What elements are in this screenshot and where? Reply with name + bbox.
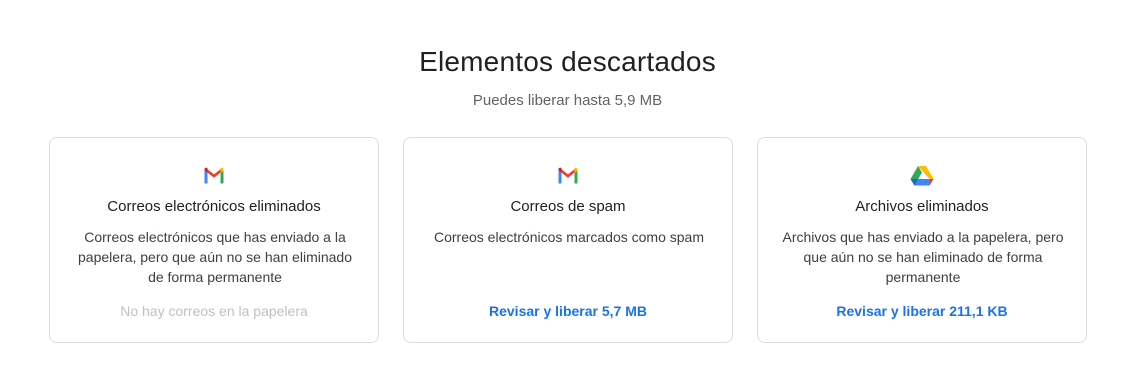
card-title: Correos electrónicos eliminados [107,198,321,215]
spam-emails-card: Correos de spam Correos electrónicos mar… [403,137,733,343]
card-description: Archivos que has enviado a la papelera, … [782,229,1064,285]
deleted-emails-card: Correos electrónicos eliminados Correos … [49,137,379,343]
gmail-icon [50,164,378,186]
review-spam-link[interactable]: Revisar y liberar 5,7 MB [404,303,732,319]
review-deleted-files-link[interactable]: Revisar y liberar 211,1 KB [758,303,1086,319]
card-title: Archivos eliminados [855,198,989,215]
card-description: Correos electrónicos marcados como spam [434,229,704,245]
page-title: Elementos descartados [419,46,716,77]
google-drive-icon [758,164,1086,186]
deleted-files-card: Archivos eliminados Archivos que has env… [757,137,1087,343]
page-subtitle: Puedes liberar hasta 5,9 MB [472,92,663,109]
gmail-icon [404,164,732,186]
card-description: Correos electrónicos que has enviado a l… [78,229,352,285]
card-title: Correos de spam [510,198,626,215]
empty-trash-status: No hay correos en la papelera [120,303,308,319]
